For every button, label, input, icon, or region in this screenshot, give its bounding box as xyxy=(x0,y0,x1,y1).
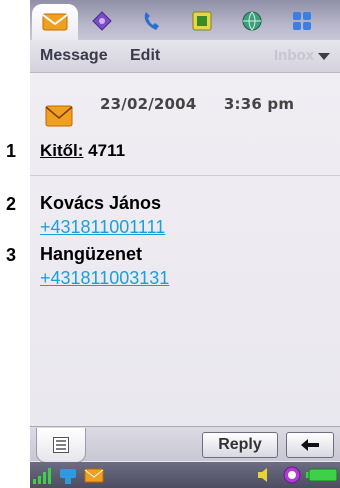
battery-icon xyxy=(306,468,338,482)
menu-bar: Message Edit Inbox xyxy=(30,40,340,73)
folder-dropdown[interactable]: Inbox xyxy=(274,47,330,64)
message-time: 3:36 pm xyxy=(223,95,295,113)
compose-icon xyxy=(92,11,112,31)
network-icon xyxy=(60,469,76,484)
back-button[interactable] xyxy=(286,432,334,458)
sender-value: 4711 xyxy=(88,141,126,160)
contact-name: Kovács János xyxy=(40,193,162,213)
tab-apps[interactable] xyxy=(288,8,316,34)
list-icon xyxy=(53,437,69,453)
tab-contacts[interactable] xyxy=(188,8,216,34)
message-date: 23/02/2004 xyxy=(100,95,197,113)
envelope-icon xyxy=(45,105,73,127)
tab-messages[interactable] xyxy=(32,4,78,40)
folder-label: Inbox xyxy=(274,47,314,64)
chevron-down-icon xyxy=(318,53,330,60)
new-message-icon xyxy=(84,468,104,483)
divider xyxy=(30,175,340,176)
contact-phone-link[interactable]: +431811003131 xyxy=(40,268,169,289)
envelope-icon xyxy=(42,13,68,31)
sender-row: Kitől: 4711 xyxy=(40,141,125,161)
phone-screen: Message Edit Inbox 23/02/2004 3:36 pm Ki… xyxy=(30,0,340,488)
phone-handset-icon xyxy=(144,12,159,30)
apps-grid-icon xyxy=(293,12,311,30)
list-view-tab[interactable] xyxy=(36,428,86,463)
message-timestamp: 23/02/2004 3:36 pm xyxy=(100,95,316,113)
back-arrow-icon xyxy=(301,439,319,451)
sender-label: Kitől: xyxy=(40,141,84,160)
callout-1: 1 xyxy=(6,141,17,161)
tab-compose[interactable] xyxy=(88,8,116,34)
reply-button[interactable]: Reply xyxy=(202,432,278,458)
callout-3: 3 xyxy=(6,245,17,265)
menu-message[interactable]: Message xyxy=(40,47,108,65)
contact-phone-link[interactable]: +431811001111 xyxy=(40,217,165,238)
app-tab-bar xyxy=(30,0,340,40)
contact-name: Hangüzenet xyxy=(40,244,143,264)
alarm-icon xyxy=(283,466,301,484)
tab-web[interactable] xyxy=(238,8,266,34)
callout-2: 2 xyxy=(6,194,17,214)
status-bar xyxy=(30,462,340,488)
signal-strength-icon xyxy=(33,468,51,484)
contacts-icon xyxy=(192,11,212,31)
globe-icon xyxy=(242,11,262,31)
speaker-icon xyxy=(258,468,267,482)
tab-calls[interactable] xyxy=(138,8,166,34)
menu-edit[interactable]: Edit xyxy=(130,47,160,65)
